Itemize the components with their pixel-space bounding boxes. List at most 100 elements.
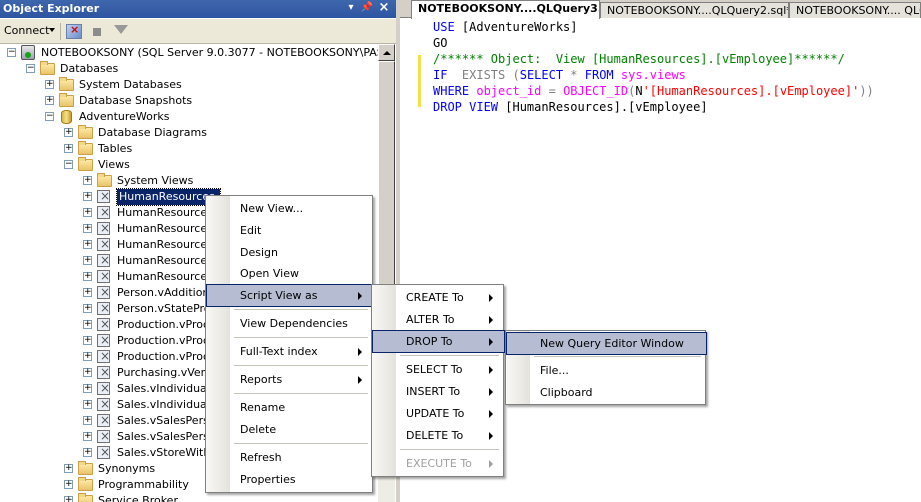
tree-node-label: Synonyms: [98, 462, 156, 475]
menu-item-update-to[interactable]: UPDATE To: [373, 403, 504, 424]
menu-item-clipboard[interactable]: Clipboard: [507, 382, 706, 403]
menu-item-properties[interactable]: Properties: [207, 469, 373, 490]
connect-dropdown-icon[interactable]: [49, 28, 55, 32]
menu-item-label: File...: [540, 364, 569, 377]
expander-icon[interactable]: +: [83, 176, 92, 185]
tree-node-adventureworks[interactable]: − AdventureWorks: [0, 109, 378, 125]
code-token: [HumanResources].[vEmployee]: [505, 100, 708, 114]
expander-icon[interactable]: +: [83, 400, 92, 409]
tree-node-tables[interactable]: + Tables: [0, 141, 378, 157]
menu-item-insert-to[interactable]: INSERT To: [373, 381, 504, 402]
menu-separator: [400, 449, 499, 450]
expander-icon[interactable]: +: [83, 416, 92, 425]
menu-item-view-dependencies[interactable]: View Dependencies: [207, 313, 373, 334]
expander-icon[interactable]: −: [64, 160, 73, 169]
expander-icon[interactable]: +: [83, 256, 92, 265]
expander-icon[interactable]: +: [64, 128, 73, 137]
menu-item-design[interactable]: Design: [207, 242, 373, 263]
tree-node-database-diagrams[interactable]: + Database Diagrams: [0, 125, 378, 141]
view-icon: [97, 204, 110, 220]
menu-item-alter-to[interactable]: ALTER To: [373, 309, 504, 330]
expander-icon[interactable]: +: [64, 480, 73, 489]
expander-icon[interactable]: +: [83, 320, 92, 329]
expander-icon[interactable]: +: [83, 336, 92, 345]
menu-item-label: Full-Text index: [240, 345, 318, 358]
expander-icon[interactable]: +: [83, 288, 92, 297]
expander-icon[interactable]: +: [83, 208, 92, 217]
code-token: WHERE: [433, 84, 477, 98]
tree-node-label: Person.vStateProv: [117, 302, 218, 315]
menu-item-delete-to[interactable]: DELETE To: [373, 425, 504, 446]
tree-node-system-databases[interactable]: + System Databases: [0, 77, 378, 93]
tree-node-label: System Databases: [79, 78, 182, 91]
filter-icon[interactable]: [114, 25, 128, 34]
expander-icon[interactable]: +: [83, 304, 92, 313]
tree-node-server[interactable]: − NOTEBOOKSONY (SQL Server 9.0.3077 - NOT…: [0, 45, 378, 61]
tree-node-system-views[interactable]: + System Views: [0, 173, 378, 189]
change-marker: [418, 55, 421, 107]
window-position-dropdown-icon[interactable]: ▾: [344, 1, 358, 15]
expander-icon[interactable]: +: [64, 464, 73, 473]
expander-icon[interactable]: +: [83, 192, 92, 201]
code-token: IF: [433, 68, 462, 82]
code-token: VIEW: [469, 100, 506, 114]
menu-item-label: New View...: [240, 202, 304, 215]
tree-node-views[interactable]: − Views: [0, 157, 378, 173]
expander-icon[interactable]: +: [83, 224, 92, 233]
expander-icon[interactable]: +: [83, 240, 92, 249]
disconnect-icon[interactable]: [66, 23, 82, 39]
tree-node-database-snapshots[interactable]: + Database Snapshots: [0, 93, 378, 109]
expander-icon[interactable]: +: [64, 496, 73, 502]
menu-item-create-to[interactable]: CREATE To: [373, 287, 504, 308]
expander-icon[interactable]: +: [83, 384, 92, 393]
tree-node-service-broker[interactable]: + Service Broker: [0, 493, 378, 502]
code-token: object_id: [476, 84, 549, 98]
expander-icon[interactable]: +: [45, 80, 54, 89]
menu-item-script-view-as[interactable]: Script View as: [206, 284, 374, 307]
menu-item-new-view[interactable]: New View...: [207, 198, 373, 219]
expander-icon[interactable]: +: [45, 96, 54, 105]
expander-icon[interactable]: +: [83, 448, 92, 457]
menu-item-select-to[interactable]: SELECT To: [373, 359, 504, 380]
scroll-up-arrow-icon[interactable]: [378, 44, 395, 61]
expander-icon[interactable]: +: [83, 352, 92, 361]
tree-node-label: Person.vAdditiona: [117, 286, 217, 299]
expander-icon[interactable]: +: [83, 432, 92, 441]
menu-item-reports[interactable]: Reports: [207, 369, 373, 390]
menu-item-rename[interactable]: Rename: [207, 397, 373, 418]
tree-node-label: HumanResources.: [117, 254, 217, 267]
tree-node-label: Production.vProdu: [117, 350, 217, 363]
menu-item-execute-to: EXECUTE To: [373, 453, 504, 474]
tab-query2[interactable]: NOTEBOOKSONY....QLQuery2.sql*: [600, 2, 789, 18]
menu-item-new-query-editor-window[interactable]: New Query Editor Window: [506, 332, 707, 355]
menu-separator: [234, 365, 368, 366]
submenu-arrow-icon: [489, 294, 493, 302]
tab-query1[interactable]: NOTEBOOKSONY.... QLQuery1.sql*: [789, 2, 921, 18]
folder-icon: [78, 125, 93, 139]
menu-item-delete[interactable]: Delete: [207, 419, 373, 440]
expander-icon[interactable]: +: [83, 368, 92, 377]
tab-query3[interactable]: NOTEBOOKSONY....QLQuery3.sql*: [411, 0, 600, 19]
menu-item-drop-to[interactable]: DROP To: [372, 330, 505, 353]
expander-icon[interactable]: −: [45, 112, 54, 121]
expander-icon[interactable]: +: [64, 144, 73, 153]
code-token: GO: [433, 36, 448, 50]
expander-icon[interactable]: +: [83, 272, 92, 281]
expander-icon[interactable]: −: [26, 64, 35, 73]
menu-item-full-text-index[interactable]: Full-Text index: [207, 341, 373, 362]
menu-item-open-view[interactable]: Open View: [207, 263, 373, 284]
object-explorer-titlebar: Object Explorer ▾ 📌 ×: [0, 0, 396, 18]
tree-node-databases[interactable]: − Databases: [0, 61, 378, 77]
close-icon[interactable]: ×: [377, 1, 391, 15]
view-icon: [97, 428, 110, 444]
connect-button[interactable]: Connect: [4, 24, 49, 37]
menu-item-edit[interactable]: Edit: [207, 220, 373, 241]
stop-icon[interactable]: [93, 28, 101, 36]
menu-item-file[interactable]: File...: [507, 360, 706, 381]
expander-icon[interactable]: −: [7, 48, 16, 57]
code-line: IF EXISTS (SELECT * FROM sys.views: [433, 67, 686, 83]
pin-icon[interactable]: 📌: [360, 1, 374, 15]
view-icon: [97, 348, 110, 364]
menu-item-refresh[interactable]: Refresh: [207, 447, 373, 468]
tree-node-label: Views: [98, 158, 130, 171]
